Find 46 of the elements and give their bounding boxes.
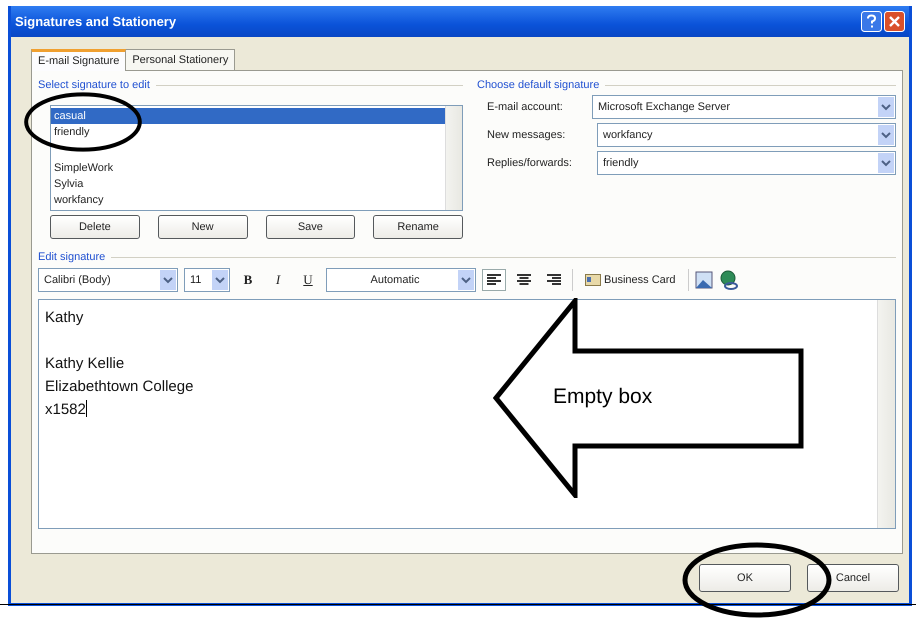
scrollbar[interactable] bbox=[877, 300, 895, 528]
group-label: Select signature to edit bbox=[38, 79, 150, 91]
field-label: New messages: bbox=[487, 129, 566, 141]
signature-dropdown[interactable]: Microsoft Exchange Server bbox=[592, 95, 896, 119]
signature-dropdown[interactable]: friendly bbox=[597, 151, 896, 175]
scrollbar[interactable] bbox=[445, 106, 462, 210]
signature-item[interactable]: friendly bbox=[51, 124, 445, 140]
color-dropdown[interactable]: Automatic bbox=[326, 268, 476, 292]
signature-button[interactable]: Save bbox=[266, 215, 356, 239]
signature-text-line: Kathy Kellie bbox=[45, 354, 124, 374]
picture-icon[interactable] bbox=[694, 271, 713, 289]
italic-button[interactable]: I bbox=[266, 269, 290, 291]
align-center-icon bbox=[517, 274, 531, 286]
group-label: Edit signature bbox=[38, 251, 106, 263]
underline-button[interactable]: U bbox=[296, 269, 320, 291]
window-title: Signatures and Stationery bbox=[15, 14, 176, 29]
align-left-icon bbox=[487, 274, 501, 286]
signature-item[interactable]: workfancy bbox=[51, 192, 445, 208]
font-dropdown[interactable]: Calibri (Body) bbox=[38, 268, 178, 292]
card-icon bbox=[585, 274, 601, 286]
close-icon[interactable] bbox=[884, 11, 905, 32]
signature-text-line: Elizabethtown College bbox=[45, 377, 194, 397]
signature-item[interactable]: casual bbox=[51, 108, 445, 124]
tab[interactable]: E-mail Signature bbox=[31, 49, 126, 71]
field-label: E-mail account: bbox=[487, 101, 564, 113]
globe-link-icon[interactable] bbox=[718, 270, 739, 290]
signature-button[interactable]: New bbox=[158, 215, 248, 239]
field-label: Replies/forwards: bbox=[487, 157, 573, 169]
signature-dropdown[interactable]: workfancy bbox=[597, 123, 896, 147]
signature-text-line: x1582 bbox=[45, 399, 87, 420]
bold-button[interactable]: B bbox=[236, 269, 260, 291]
group-label: Choose default signature bbox=[477, 79, 600, 91]
signature-item[interactable]: Sylvia bbox=[51, 176, 445, 192]
signature-button[interactable]: Delete bbox=[50, 215, 140, 239]
size-dropdown[interactable]: 11 bbox=[184, 268, 230, 292]
dialog-button[interactable]: OK bbox=[699, 564, 791, 592]
align-right-icon bbox=[547, 274, 561, 286]
signature-button[interactable]: Rename bbox=[373, 215, 463, 239]
signature-text-line: Kathy bbox=[45, 308, 84, 328]
signature-item[interactable]: SimpleWork bbox=[51, 160, 445, 176]
help-icon[interactable] bbox=[861, 11, 882, 32]
callout-text: Empty box bbox=[553, 385, 652, 409]
business-card-button[interactable]: Business Card bbox=[579, 273, 682, 287]
dialog-button[interactable]: Cancel bbox=[807, 564, 899, 592]
tab[interactable]: Personal Stationery bbox=[125, 49, 236, 70]
align-left-button[interactable] bbox=[482, 269, 506, 291]
